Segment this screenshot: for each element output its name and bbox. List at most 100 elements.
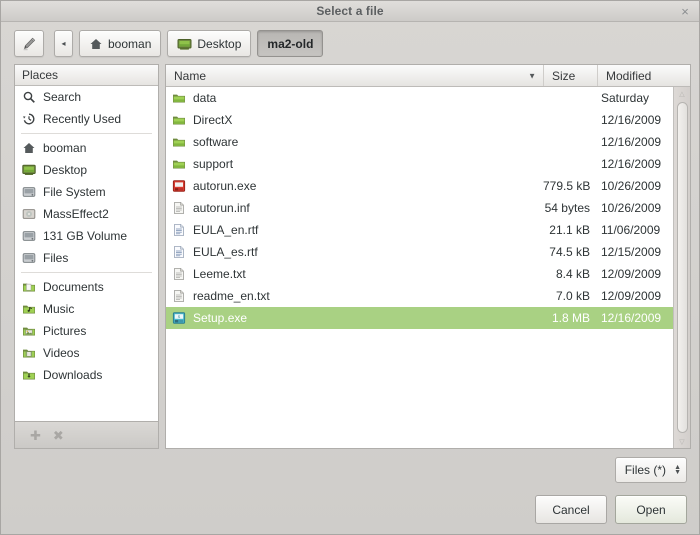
sidebar-item-label: Desktop [43,163,88,177]
file-name-label: Setup.exe [193,311,248,325]
sidebar-item-music[interactable]: Music [15,298,158,320]
folder-icon [172,91,186,105]
sidebar-item-label: Recently Used [43,112,122,126]
disc-icon [22,207,36,221]
breadcrumb-label: Desktop [197,36,242,51]
open-button[interactable]: Open [615,495,687,524]
file-name-cell: S Setup.exe [166,311,543,325]
chevron-left-icon: ◂ [61,39,66,48]
table-row[interactable]: S Setup.exe 1.8 MB 12/16/2009 [166,307,673,329]
file-modified-cell: 12/16/2009 [601,135,662,149]
file-name-cell: software [166,135,543,149]
drive-icon [22,229,36,243]
breadcrumb-label: booman [108,36,152,51]
file-modified-cell: 12/09/2009 [601,267,662,281]
file-size-cell: 779.5 kB [543,179,591,193]
file-name-cell: Leeme.txt [166,267,543,281]
places-separator [21,272,152,273]
file-size-cell: 7.0 kB [555,289,590,303]
folder-downloads-icon [22,368,36,382]
table-row[interactable]: support 12/16/2009 [166,153,673,175]
sidebar-item-videos[interactable]: Videos [15,342,158,364]
sidebar-item-recently-used[interactable]: Recently Used [15,108,158,130]
close-icon[interactable]: × [678,4,692,18]
desktop-icon [177,37,192,51]
file-name-cell: EULA_en.rtf [166,223,543,237]
file-name-cell: autorun.inf [166,201,543,215]
action-buttons: Cancel Open [14,495,687,524]
file-size-cell: 21.1 kB [549,223,590,237]
sidebar-item-label: 131 GB Volume [43,229,128,243]
sidebar-item-downloads[interactable]: Downloads [15,364,158,386]
sidebar-item-search[interactable]: Search [15,86,158,108]
breadcrumb-booman[interactable]: booman [79,30,162,57]
table-row[interactable]: autorun.exe 779.5 kB 10/26/2009 [166,175,673,197]
folder-icon [172,157,186,171]
sidebar-item-masseffect2[interactable]: MassEffect2 [15,203,158,225]
remove-bookmark-button[interactable]: ✖ [53,429,64,442]
sidebar-item-label: booman [43,141,87,155]
sidebar-item-files[interactable]: Files [15,247,158,269]
table-row[interactable]: autorun.inf 54 bytes 10/26/2009 [166,197,673,219]
file-size-cell: 74.5 kB [549,245,590,259]
sidebar-item-131-gb-volume[interactable]: 131 GB Volume [15,225,158,247]
table-row[interactable]: EULA_es.rtf 74.5 kB 12/15/2009 [166,241,673,263]
filter-row: Files (*) ▲ ▼ [14,457,687,483]
file-name-cell: DirectX [166,113,543,127]
breadcrumb-ma2-old[interactable]: ma2-old [257,30,324,57]
column-header-modified[interactable]: Modified [597,65,673,86]
file-name-cell: support [166,157,543,171]
file-rows-area: data Saturday DirectX 12/16/2009 software 12/… [166,87,690,448]
home-icon [22,141,36,155]
file-filter-value: Files (*) [624,463,667,477]
table-row[interactable]: software 12/16/2009 [166,131,673,153]
drive-icon [22,185,36,199]
document-icon [172,289,186,303]
file-modified-cell: 10/26/2009 [601,201,662,215]
sidebar-item-pictures[interactable]: Pictures [15,320,158,342]
search-icon [22,90,36,104]
file-name-label: Leeme.txt [193,267,246,281]
file-name-cell: readme_en.txt [166,289,543,303]
column-label: Name [174,68,207,83]
document-icon [172,201,186,215]
cancel-button[interactable]: Cancel [535,495,607,524]
dialog-footer: Files (*) ▲ ▼ Cancel Open [1,449,699,534]
table-row[interactable]: DirectX 12/16/2009 [166,109,673,131]
sidebar-item-label: MassEffect2 [43,207,109,221]
exe-icon [172,179,186,193]
file-filter-combo[interactable]: Files (*) ▲ ▼ [614,457,687,483]
sidebar-item-documents[interactable]: Documents [15,276,158,298]
file-size-cell: 1.8 MB [551,311,590,325]
sidebar-item-label: File System [43,185,106,199]
folder-pictures-icon [22,324,36,338]
sort-descending-icon: ▼ [528,71,536,80]
add-bookmark-button[interactable]: ✚ [30,429,41,442]
table-row[interactable]: Leeme.txt 8.4 kB 12/09/2009 [166,263,673,285]
column-header-size[interactable]: Size [543,65,597,86]
scroll-down-icon[interactable]: ▽ [679,435,684,448]
sidebar-item-desktop[interactable]: Desktop [15,159,158,181]
column-header-name[interactable]: Name ▼ [166,65,543,86]
breadcrumb-desktop[interactable]: Desktop [167,30,252,57]
scrollbar-thumb[interactable] [676,102,688,433]
type-file-name-button[interactable] [14,30,44,57]
titlebar: Select a file × [1,1,699,22]
sidebar-item-label: Files [43,251,69,265]
main-area: Places Search Recently Used booman Desktop F… [1,64,699,449]
vertical-scrollbar[interactable]: △ ▽ [673,87,690,448]
table-row[interactable]: data Saturday [166,87,673,109]
document-icon [172,267,186,281]
places-list: Places Search Recently Used booman Desktop F… [14,64,159,421]
pencil-edit-icon [21,36,37,52]
table-row[interactable]: EULA_en.rtf 21.1 kB 11/06/2009 [166,219,673,241]
table-row[interactable]: readme_en.txt 7.0 kB 12/09/2009 [166,285,673,307]
file-modified-cell: 12/15/2009 [601,245,662,259]
desktop-icon [22,163,36,177]
scroll-up-icon[interactable]: △ [679,87,684,100]
path-back-button[interactable]: ◂ [54,30,73,57]
sidebar-item-booman[interactable]: booman [15,137,158,159]
sidebar-item-file-system[interactable]: File System [15,181,158,203]
header-scrollbar-spacer [673,65,690,86]
file-name-label: DirectX [193,113,233,127]
